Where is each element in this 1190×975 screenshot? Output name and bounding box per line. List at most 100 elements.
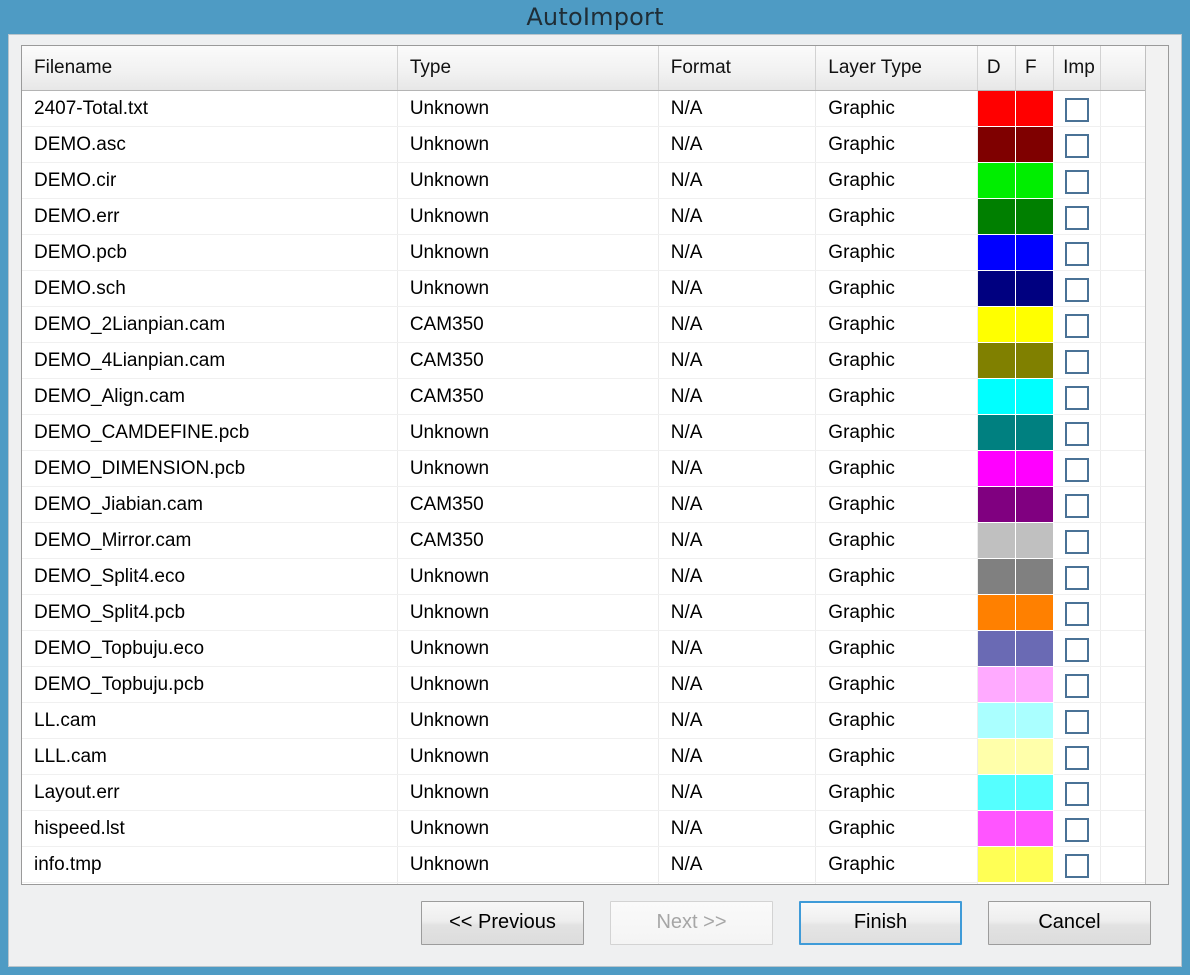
cell-d-color-swatch[interactable] [977, 522, 1016, 559]
checkbox-icon[interactable] [1065, 710, 1090, 735]
cell-d-color-swatch[interactable] [977, 450, 1016, 487]
cell-import-checkbox[interactable] [1053, 594, 1102, 631]
checkbox-icon[interactable] [1065, 818, 1090, 843]
checkbox-icon[interactable] [1065, 134, 1090, 159]
cell-d-color-swatch[interactable] [977, 846, 1016, 883]
cell-f-color-swatch[interactable] [1015, 306, 1055, 343]
table-row[interactable]: DEMO_CAMDEFINE.pcb Unknown N/A Graphic [22, 414, 1145, 451]
checkbox-icon[interactable] [1065, 566, 1090, 591]
table-row[interactable]: DEMO_Split4.eco Unknown N/A Graphic [22, 558, 1145, 595]
cell-f-color-swatch[interactable] [1015, 450, 1055, 487]
column-header-d[interactable]: D [977, 46, 1016, 91]
cell-import-checkbox[interactable] [1053, 486, 1102, 523]
cell-d-color-swatch[interactable] [977, 90, 1016, 127]
checkbox-icon[interactable] [1065, 854, 1090, 879]
checkbox-icon[interactable] [1065, 314, 1090, 339]
cell-import-checkbox[interactable] [1053, 450, 1102, 487]
table-row[interactable]: DEMO.err Unknown N/A Graphic [22, 198, 1145, 235]
cell-f-color-swatch[interactable] [1015, 90, 1055, 127]
cell-import-checkbox[interactable] [1053, 126, 1102, 163]
cell-d-color-swatch[interactable] [977, 666, 1016, 703]
checkbox-icon[interactable] [1065, 782, 1090, 807]
cell-f-color-swatch[interactable] [1015, 774, 1055, 811]
column-header-filename[interactable]: Filename [22, 46, 398, 91]
checkbox-icon[interactable] [1065, 530, 1090, 555]
cell-f-color-swatch[interactable] [1015, 198, 1055, 235]
table-row[interactable]: hispeed.lst Unknown N/A Graphic [22, 810, 1145, 847]
cell-import-checkbox[interactable] [1053, 198, 1102, 235]
cell-f-color-swatch[interactable] [1015, 378, 1055, 415]
cell-import-checkbox[interactable] [1053, 774, 1102, 811]
checkbox-icon[interactable] [1065, 350, 1090, 375]
cell-import-checkbox[interactable] [1053, 234, 1102, 271]
table-row[interactable]: DEMO.sch Unknown N/A Graphic [22, 270, 1145, 307]
cell-f-color-swatch[interactable] [1015, 126, 1055, 163]
cell-import-checkbox[interactable] [1053, 522, 1102, 559]
checkbox-icon[interactable] [1065, 458, 1090, 483]
cell-f-color-swatch[interactable] [1015, 594, 1055, 631]
cell-import-checkbox[interactable] [1053, 666, 1102, 703]
table-row[interactable]: DEMO_Align.cam CAM350 N/A Graphic [22, 378, 1145, 415]
table-row[interactable]: 2407-Total.txt Unknown N/A Graphic [22, 90, 1145, 127]
checkbox-icon[interactable] [1065, 494, 1090, 519]
cell-f-color-swatch[interactable] [1015, 414, 1055, 451]
cell-d-color-swatch[interactable] [977, 810, 1016, 847]
cell-f-color-swatch[interactable] [1015, 630, 1055, 667]
cell-f-color-swatch[interactable] [1015, 810, 1055, 847]
cell-import-checkbox[interactable] [1053, 738, 1102, 775]
column-header-type[interactable]: Type [397, 46, 659, 91]
cell-d-color-swatch[interactable] [977, 270, 1016, 307]
cell-import-checkbox[interactable] [1053, 306, 1102, 343]
cell-d-color-swatch[interactable] [977, 198, 1016, 235]
table-row[interactable]: DEMO_Topbuju.pcb Unknown N/A Graphic [22, 666, 1145, 703]
cell-import-checkbox[interactable] [1053, 702, 1102, 739]
column-header-f[interactable]: F [1015, 46, 1055, 91]
table-row[interactable]: DEMO.pcb Unknown N/A Graphic [22, 234, 1145, 271]
cell-d-color-swatch[interactable] [977, 558, 1016, 595]
table-row[interactable]: LL.cam Unknown N/A Graphic [22, 702, 1145, 739]
cell-import-checkbox[interactable] [1053, 810, 1102, 847]
cell-import-checkbox[interactable] [1053, 162, 1102, 199]
cell-d-color-swatch[interactable] [977, 342, 1016, 379]
cell-d-color-swatch[interactable] [977, 774, 1016, 811]
finish-button[interactable]: Finish [799, 900, 962, 945]
column-header-format[interactable]: Format [658, 46, 817, 91]
table-row[interactable]: DEMO_Topbuju.eco Unknown N/A Graphic [22, 630, 1145, 667]
cell-import-checkbox[interactable] [1053, 414, 1102, 451]
cell-f-color-swatch[interactable] [1015, 270, 1055, 307]
cell-import-checkbox[interactable] [1053, 342, 1102, 379]
vertical-scrollbar[interactable] [1145, 46, 1168, 884]
table-row[interactable]: info.tmp Unknown N/A Graphic [22, 846, 1145, 883]
table-row[interactable]: DEMO_DIMENSION.pcb Unknown N/A Graphic [22, 450, 1145, 487]
cell-f-color-swatch[interactable] [1015, 738, 1055, 775]
cell-f-color-swatch[interactable] [1015, 234, 1055, 271]
cell-d-color-swatch[interactable] [977, 306, 1016, 343]
previous-button[interactable]: << Previous [421, 900, 584, 945]
cell-d-color-swatch[interactable] [977, 162, 1016, 199]
cell-f-color-swatch[interactable] [1015, 486, 1055, 523]
cell-f-color-swatch[interactable] [1015, 666, 1055, 703]
cell-f-color-swatch[interactable] [1015, 558, 1055, 595]
cell-import-checkbox[interactable] [1053, 378, 1102, 415]
cell-f-color-swatch[interactable] [1015, 522, 1055, 559]
table-row[interactable]: DEMO.asc Unknown N/A Graphic [22, 126, 1145, 163]
checkbox-icon[interactable] [1065, 602, 1090, 627]
checkbox-icon[interactable] [1065, 242, 1090, 267]
table-row[interactable]: DEMO_Mirror.cam CAM350 N/A Graphic [22, 522, 1145, 559]
checkbox-icon[interactable] [1065, 638, 1090, 663]
column-header-layer-type[interactable]: Layer Type [815, 46, 978, 91]
cell-import-checkbox[interactable] [1053, 558, 1102, 595]
cell-f-color-swatch[interactable] [1015, 846, 1055, 883]
table-row[interactable]: DEMO_4Lianpian.cam CAM350 N/A Graphic [22, 342, 1145, 379]
table-row[interactable]: LLL.cam Unknown N/A Graphic [22, 738, 1145, 775]
cell-import-checkbox[interactable] [1053, 270, 1102, 307]
cell-import-checkbox[interactable] [1053, 630, 1102, 667]
table-row[interactable]: DEMO_Jiabian.cam CAM350 N/A Graphic [22, 486, 1145, 523]
table-row[interactable]: DEMO_2Lianpian.cam CAM350 N/A Graphic [22, 306, 1145, 343]
cell-d-color-swatch[interactable] [977, 486, 1016, 523]
cell-d-color-swatch[interactable] [977, 378, 1016, 415]
checkbox-icon[interactable] [1065, 422, 1090, 447]
cell-d-color-swatch[interactable] [977, 630, 1016, 667]
cell-d-color-swatch[interactable] [977, 738, 1016, 775]
table-row[interactable]: DEMO.cir Unknown N/A Graphic [22, 162, 1145, 199]
